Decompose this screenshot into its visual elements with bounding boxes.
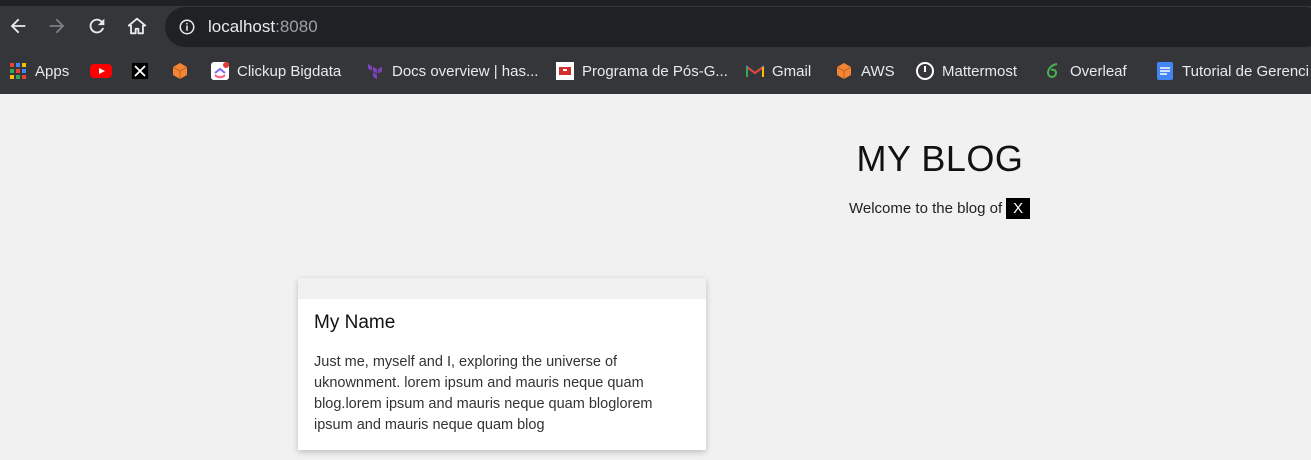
mattermost-icon	[916, 62, 934, 80]
info-icon[interactable]	[178, 18, 196, 36]
card-name: My Name	[314, 312, 396, 333]
bookmark-label: Mattermost	[942, 62, 1018, 80]
reload-button[interactable]	[83, 12, 111, 40]
bookmark-label: Overleaf	[1070, 62, 1127, 80]
bookmark-tutorial[interactable]: Tutorial de Gerenci	[1156, 60, 1309, 82]
bookmark-apps[interactable]: Apps	[9, 60, 69, 82]
x-icon	[131, 62, 149, 80]
url-host: localhost	[208, 17, 276, 36]
home-button[interactable]	[123, 12, 151, 40]
terraform-icon	[366, 62, 384, 80]
bookmark-aws[interactable]: AWS	[835, 60, 895, 82]
home-icon	[127, 17, 147, 35]
bookmark-youtube[interactable]	[90, 60, 120, 82]
bookmark-x[interactable]	[131, 60, 157, 82]
profile-card: My Name Just me, myself and I, exploring…	[298, 278, 706, 450]
bookmark-aws-box[interactable]	[171, 60, 197, 82]
bookmark-label: Apps	[35, 62, 70, 80]
overleaf-icon	[1044, 62, 1062, 80]
apps-grid-icon	[9, 62, 27, 80]
url-text: localhost:8080	[208, 17, 318, 37]
bookmark-label: Gmail	[772, 62, 812, 80]
bookmark-label: AWS	[861, 62, 895, 80]
bookmark-terraform-docs[interactable]: Docs overview | has...	[366, 60, 538, 82]
bookmark-label: Programa de Pós-G...	[582, 62, 728, 80]
arrow-right-icon	[49, 18, 65, 34]
back-button[interactable]	[4, 12, 32, 40]
docs-icon	[1156, 62, 1174, 80]
address-bar[interactable]: localhost:8080	[165, 7, 1311, 47]
forward-button[interactable]	[43, 12, 71, 40]
welcome-line: Welcome to the blog of X	[849, 198, 1031, 219]
owner-badge: X	[1006, 198, 1031, 219]
bookmark-label: Clickup Bigdata	[237, 62, 342, 80]
blog-title: MY BLOG	[856, 138, 1024, 179]
aws-box-icon	[171, 62, 189, 80]
page-content: MY BLOG Welcome to the blog of X My Name…	[0, 94, 1311, 460]
clickup-icon	[211, 62, 229, 80]
welcome-text: Welcome to the blog of	[849, 200, 1003, 217]
university-icon	[556, 62, 574, 80]
browser-toolbar: localhost:8080	[0, 0, 1311, 50]
bookmark-label: Tutorial de Gerenci	[1182, 62, 1310, 80]
card-header-strip	[298, 278, 706, 299]
arrow-left-icon	[10, 18, 26, 34]
bookmark-clickup[interactable]: Clickup Bigdata	[211, 60, 341, 82]
reload-icon	[89, 18, 105, 34]
bookmark-pos-graduacao[interactable]: Programa de Pós-G...	[556, 60, 728, 82]
aws-box-icon	[835, 62, 853, 80]
bookmark-label: Docs overview | has...	[392, 62, 539, 80]
bookmarks-bar: Apps Clickup Bigdata Docs overview | has…	[0, 50, 1311, 94]
card-bio: Just me, myself and I, exploring the uni…	[314, 354, 653, 433]
url-port: :8080	[275, 17, 318, 36]
bookmark-gmail[interactable]: Gmail	[746, 60, 811, 82]
bookmark-mattermost[interactable]: Mattermost	[916, 60, 1017, 82]
youtube-icon	[90, 62, 112, 80]
bookmark-overleaf[interactable]: Overleaf	[1044, 60, 1127, 82]
gmail-icon	[746, 62, 764, 80]
